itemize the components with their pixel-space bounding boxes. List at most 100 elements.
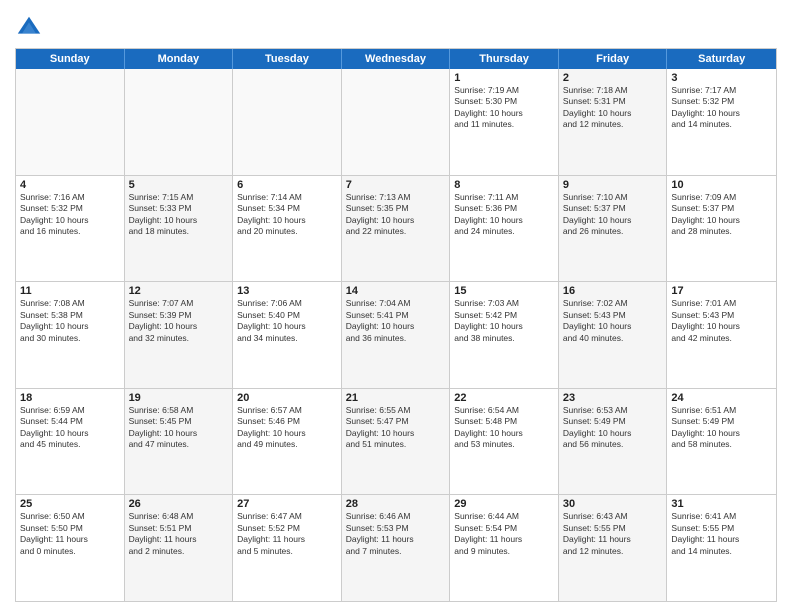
- header-day-wednesday: Wednesday: [342, 49, 451, 69]
- day-number: 31: [671, 498, 772, 510]
- logo: [15, 14, 46, 42]
- day-number: 2: [563, 72, 663, 84]
- day-number: 25: [20, 498, 120, 510]
- cal-cell: 3Sunrise: 7:17 AM Sunset: 5:32 PM Daylig…: [667, 69, 776, 175]
- cal-cell: 16Sunrise: 7:02 AM Sunset: 5:43 PM Dayli…: [559, 282, 668, 388]
- day-number: 18: [20, 392, 120, 404]
- header: [15, 10, 777, 42]
- cell-info: Sunrise: 7:15 AM Sunset: 5:33 PM Dayligh…: [129, 192, 229, 238]
- page: SundayMondayTuesdayWednesdayThursdayFrid…: [0, 0, 792, 612]
- cal-cell: 25Sunrise: 6:50 AM Sunset: 5:50 PM Dayli…: [16, 495, 125, 601]
- cell-info: Sunrise: 7:06 AM Sunset: 5:40 PM Dayligh…: [237, 298, 337, 344]
- cal-cell: 19Sunrise: 6:58 AM Sunset: 5:45 PM Dayli…: [125, 389, 234, 495]
- day-number: 14: [346, 285, 446, 297]
- cell-info: Sunrise: 7:19 AM Sunset: 5:30 PM Dayligh…: [454, 85, 554, 131]
- cell-info: Sunrise: 7:03 AM Sunset: 5:42 PM Dayligh…: [454, 298, 554, 344]
- day-number: 4: [20, 179, 120, 191]
- day-number: 5: [129, 179, 229, 191]
- cal-cell: 7Sunrise: 7:13 AM Sunset: 5:35 PM Daylig…: [342, 176, 451, 282]
- cal-cell: 27Sunrise: 6:47 AM Sunset: 5:52 PM Dayli…: [233, 495, 342, 601]
- calendar: SundayMondayTuesdayWednesdayThursdayFrid…: [15, 48, 777, 602]
- calendar-header: SundayMondayTuesdayWednesdayThursdayFrid…: [16, 49, 776, 69]
- cal-cell: 20Sunrise: 6:57 AM Sunset: 5:46 PM Dayli…: [233, 389, 342, 495]
- cal-cell: 31Sunrise: 6:41 AM Sunset: 5:55 PM Dayli…: [667, 495, 776, 601]
- day-number: 28: [346, 498, 446, 510]
- cell-info: Sunrise: 7:08 AM Sunset: 5:38 PM Dayligh…: [20, 298, 120, 344]
- cal-row-4: 25Sunrise: 6:50 AM Sunset: 5:50 PM Dayli…: [16, 494, 776, 601]
- cal-cell: 30Sunrise: 6:43 AM Sunset: 5:55 PM Dayli…: [559, 495, 668, 601]
- day-number: 19: [129, 392, 229, 404]
- cal-cell: 29Sunrise: 6:44 AM Sunset: 5:54 PM Dayli…: [450, 495, 559, 601]
- day-number: 30: [563, 498, 663, 510]
- cal-cell: 17Sunrise: 7:01 AM Sunset: 5:43 PM Dayli…: [667, 282, 776, 388]
- day-number: 17: [671, 285, 772, 297]
- cell-info: Sunrise: 7:09 AM Sunset: 5:37 PM Dayligh…: [671, 192, 772, 238]
- day-number: 16: [563, 285, 663, 297]
- day-number: 15: [454, 285, 554, 297]
- cell-info: Sunrise: 7:17 AM Sunset: 5:32 PM Dayligh…: [671, 85, 772, 131]
- cal-cell: 22Sunrise: 6:54 AM Sunset: 5:48 PM Dayli…: [450, 389, 559, 495]
- day-number: 21: [346, 392, 446, 404]
- cal-cell: 28Sunrise: 6:46 AM Sunset: 5:53 PM Dayli…: [342, 495, 451, 601]
- day-number: 7: [346, 179, 446, 191]
- cell-info: Sunrise: 6:44 AM Sunset: 5:54 PM Dayligh…: [454, 511, 554, 557]
- cal-cell: 14Sunrise: 7:04 AM Sunset: 5:41 PM Dayli…: [342, 282, 451, 388]
- day-number: 8: [454, 179, 554, 191]
- cal-cell: 23Sunrise: 6:53 AM Sunset: 5:49 PM Dayli…: [559, 389, 668, 495]
- header-day-sunday: Sunday: [16, 49, 125, 69]
- day-number: 20: [237, 392, 337, 404]
- day-number: 11: [20, 285, 120, 297]
- cell-info: Sunrise: 6:43 AM Sunset: 5:55 PM Dayligh…: [563, 511, 663, 557]
- cal-row-1: 4Sunrise: 7:16 AM Sunset: 5:32 PM Daylig…: [16, 175, 776, 282]
- cell-info: Sunrise: 6:58 AM Sunset: 5:45 PM Dayligh…: [129, 405, 229, 451]
- cell-info: Sunrise: 7:01 AM Sunset: 5:43 PM Dayligh…: [671, 298, 772, 344]
- header-day-friday: Friday: [559, 49, 668, 69]
- cal-cell: 15Sunrise: 7:03 AM Sunset: 5:42 PM Dayli…: [450, 282, 559, 388]
- cell-info: Sunrise: 6:53 AM Sunset: 5:49 PM Dayligh…: [563, 405, 663, 451]
- cal-cell: 6Sunrise: 7:14 AM Sunset: 5:34 PM Daylig…: [233, 176, 342, 282]
- cell-info: Sunrise: 6:57 AM Sunset: 5:46 PM Dayligh…: [237, 405, 337, 451]
- cell-info: Sunrise: 6:55 AM Sunset: 5:47 PM Dayligh…: [346, 405, 446, 451]
- cal-cell: [233, 69, 342, 175]
- cal-cell: 9Sunrise: 7:10 AM Sunset: 5:37 PM Daylig…: [559, 176, 668, 282]
- day-number: 23: [563, 392, 663, 404]
- cell-info: Sunrise: 6:59 AM Sunset: 5:44 PM Dayligh…: [20, 405, 120, 451]
- cell-info: Sunrise: 7:14 AM Sunset: 5:34 PM Dayligh…: [237, 192, 337, 238]
- day-number: 29: [454, 498, 554, 510]
- cal-cell: 10Sunrise: 7:09 AM Sunset: 5:37 PM Dayli…: [667, 176, 776, 282]
- day-number: 26: [129, 498, 229, 510]
- cal-cell: 18Sunrise: 6:59 AM Sunset: 5:44 PM Dayli…: [16, 389, 125, 495]
- cal-row-3: 18Sunrise: 6:59 AM Sunset: 5:44 PM Dayli…: [16, 388, 776, 495]
- cell-info: Sunrise: 7:16 AM Sunset: 5:32 PM Dayligh…: [20, 192, 120, 238]
- cell-info: Sunrise: 7:07 AM Sunset: 5:39 PM Dayligh…: [129, 298, 229, 344]
- cal-cell: 26Sunrise: 6:48 AM Sunset: 5:51 PM Dayli…: [125, 495, 234, 601]
- cell-info: Sunrise: 6:50 AM Sunset: 5:50 PM Dayligh…: [20, 511, 120, 557]
- cell-info: Sunrise: 7:10 AM Sunset: 5:37 PM Dayligh…: [563, 192, 663, 238]
- cell-info: Sunrise: 7:02 AM Sunset: 5:43 PM Dayligh…: [563, 298, 663, 344]
- day-number: 27: [237, 498, 337, 510]
- cell-info: Sunrise: 6:48 AM Sunset: 5:51 PM Dayligh…: [129, 511, 229, 557]
- cal-cell: 11Sunrise: 7:08 AM Sunset: 5:38 PM Dayli…: [16, 282, 125, 388]
- cell-info: Sunrise: 7:18 AM Sunset: 5:31 PM Dayligh…: [563, 85, 663, 131]
- cal-cell: 4Sunrise: 7:16 AM Sunset: 5:32 PM Daylig…: [16, 176, 125, 282]
- day-number: 9: [563, 179, 663, 191]
- day-number: 12: [129, 285, 229, 297]
- calendar-body: 1Sunrise: 7:19 AM Sunset: 5:30 PM Daylig…: [16, 69, 776, 601]
- day-number: 10: [671, 179, 772, 191]
- cell-info: Sunrise: 6:54 AM Sunset: 5:48 PM Dayligh…: [454, 405, 554, 451]
- cell-info: Sunrise: 6:47 AM Sunset: 5:52 PM Dayligh…: [237, 511, 337, 557]
- day-number: 3: [671, 72, 772, 84]
- cal-cell: [16, 69, 125, 175]
- cal-cell: 13Sunrise: 7:06 AM Sunset: 5:40 PM Dayli…: [233, 282, 342, 388]
- cal-row-0: 1Sunrise: 7:19 AM Sunset: 5:30 PM Daylig…: [16, 69, 776, 175]
- header-day-thursday: Thursday: [450, 49, 559, 69]
- cal-cell: 5Sunrise: 7:15 AM Sunset: 5:33 PM Daylig…: [125, 176, 234, 282]
- cal-cell: 21Sunrise: 6:55 AM Sunset: 5:47 PM Dayli…: [342, 389, 451, 495]
- cal-cell: 24Sunrise: 6:51 AM Sunset: 5:49 PM Dayli…: [667, 389, 776, 495]
- cell-info: Sunrise: 6:46 AM Sunset: 5:53 PM Dayligh…: [346, 511, 446, 557]
- cell-info: Sunrise: 7:13 AM Sunset: 5:35 PM Dayligh…: [346, 192, 446, 238]
- day-number: 6: [237, 179, 337, 191]
- day-number: 24: [671, 392, 772, 404]
- cell-info: Sunrise: 6:41 AM Sunset: 5:55 PM Dayligh…: [671, 511, 772, 557]
- cell-info: Sunrise: 7:04 AM Sunset: 5:41 PM Dayligh…: [346, 298, 446, 344]
